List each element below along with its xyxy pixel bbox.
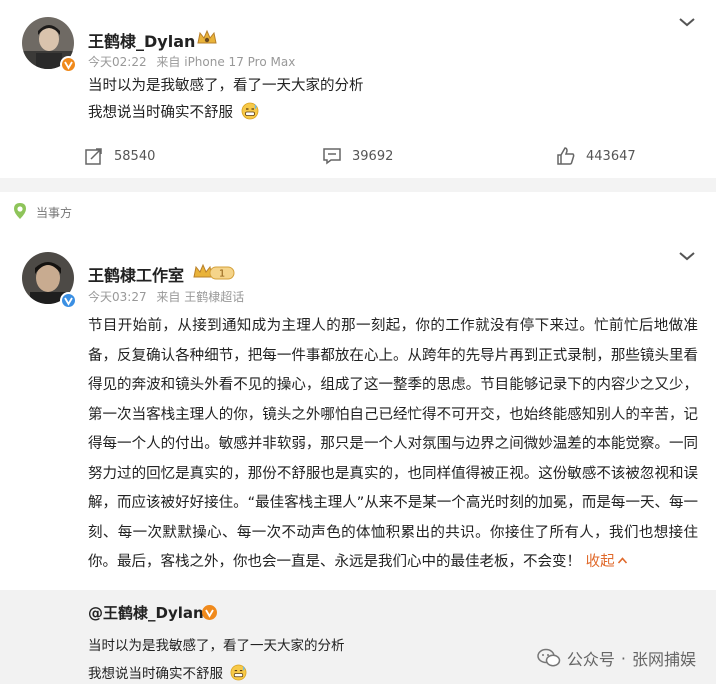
source: 来自 王鹤棣超话 <box>156 290 245 304</box>
like-count: 443647 <box>586 148 636 164</box>
author-name[interactable]: 王鹤棣工作室 <box>88 262 184 286</box>
post-body-text: 节目开始前，从接到通知成为主理人的那一刻起，你的工作就没有停下来过。忙前忙后地做… <box>88 318 698 570</box>
wechat-icon <box>537 648 561 667</box>
crown-badge-icon <box>197 29 217 44</box>
watermark-prefix: 公众号 <box>566 650 615 669</box>
verified-badge-icon <box>202 605 217 620</box>
post-line-2: 我想说当时确实不舒服 <box>88 100 259 127</box>
section-divider <box>0 178 716 192</box>
timestamp: 今天02:22 <box>88 55 147 69</box>
sweat-smile-emoji-icon <box>241 102 259 120</box>
chevron-down-icon[interactable] <box>676 248 698 264</box>
sweat-smile-emoji-icon <box>230 664 247 681</box>
collapse-label: 收起 <box>585 554 615 570</box>
quoted-line-1: 当时以为是我敏感了，看了一天大家的分析 <box>88 638 345 654</box>
post-card-dylan: 王鹤棣_Dylan 今天02:22 来自 iPhone 17 Pro Max 当… <box>0 0 716 178</box>
quoted-line-2: 我想说当时确实不舒服 <box>88 662 247 682</box>
verified-badge-icon <box>60 292 77 309</box>
crown-level-badge-icon: 1 <box>193 263 235 280</box>
comment-button[interactable]: 39692 <box>322 146 393 166</box>
timestamp: 今天03:27 <box>88 290 147 304</box>
repost-count: 58540 <box>114 148 156 164</box>
watermark: 公众号 · 张网捕娱 <box>537 646 696 670</box>
party-section: 当事方 <box>0 192 716 230</box>
post-card-studio: 王鹤棣工作室 1 今天03:27 来自 王鹤棣超话 节目开始前，从接到通知成为主… <box>0 230 716 590</box>
party-label: 当事方 <box>36 206 73 220</box>
watermark-name: 张网捕娱 <box>631 650 696 669</box>
post-body: 节目开始前，从接到通知成为主理人的那一刻起，你的工作就没有停下来过。忙前忙后地做… <box>88 312 698 578</box>
repost-icon <box>85 148 102 165</box>
watermark-dot: · <box>620 648 626 668</box>
repost-button[interactable]: 58540 <box>84 146 155 166</box>
collapse-link[interactable]: 收起 <box>586 554 628 570</box>
location-pin-icon <box>14 203 26 219</box>
thumbs-up-icon <box>557 147 575 165</box>
level-number: 1 <box>219 269 225 280</box>
source: 来自 iPhone 17 Pro Max <box>156 55 296 69</box>
quoted-author[interactable]: @王鹤棣_Dylan <box>88 602 204 623</box>
comment-count: 39692 <box>352 148 394 164</box>
post-meta: 今天03:27 来自 王鹤棣超话 <box>88 288 250 305</box>
post-meta: 今天02:22 来自 iPhone 17 Pro Max <box>88 53 301 70</box>
comment-icon <box>323 148 341 165</box>
author-name[interactable]: 王鹤棣_Dylan <box>88 28 195 52</box>
like-button[interactable]: 443647 <box>556 146 636 166</box>
chevron-up-icon <box>617 557 627 564</box>
chevron-down-icon[interactable] <box>676 14 698 30</box>
verified-badge-icon <box>60 56 77 73</box>
post-line-2-text: 我想说当时确实不舒服 <box>88 105 233 121</box>
quoted-line-2-text: 我想说当时确实不舒服 <box>88 666 223 682</box>
post-line-1: 当时以为是我敏感了，看了一天大家的分析 <box>88 78 364 94</box>
